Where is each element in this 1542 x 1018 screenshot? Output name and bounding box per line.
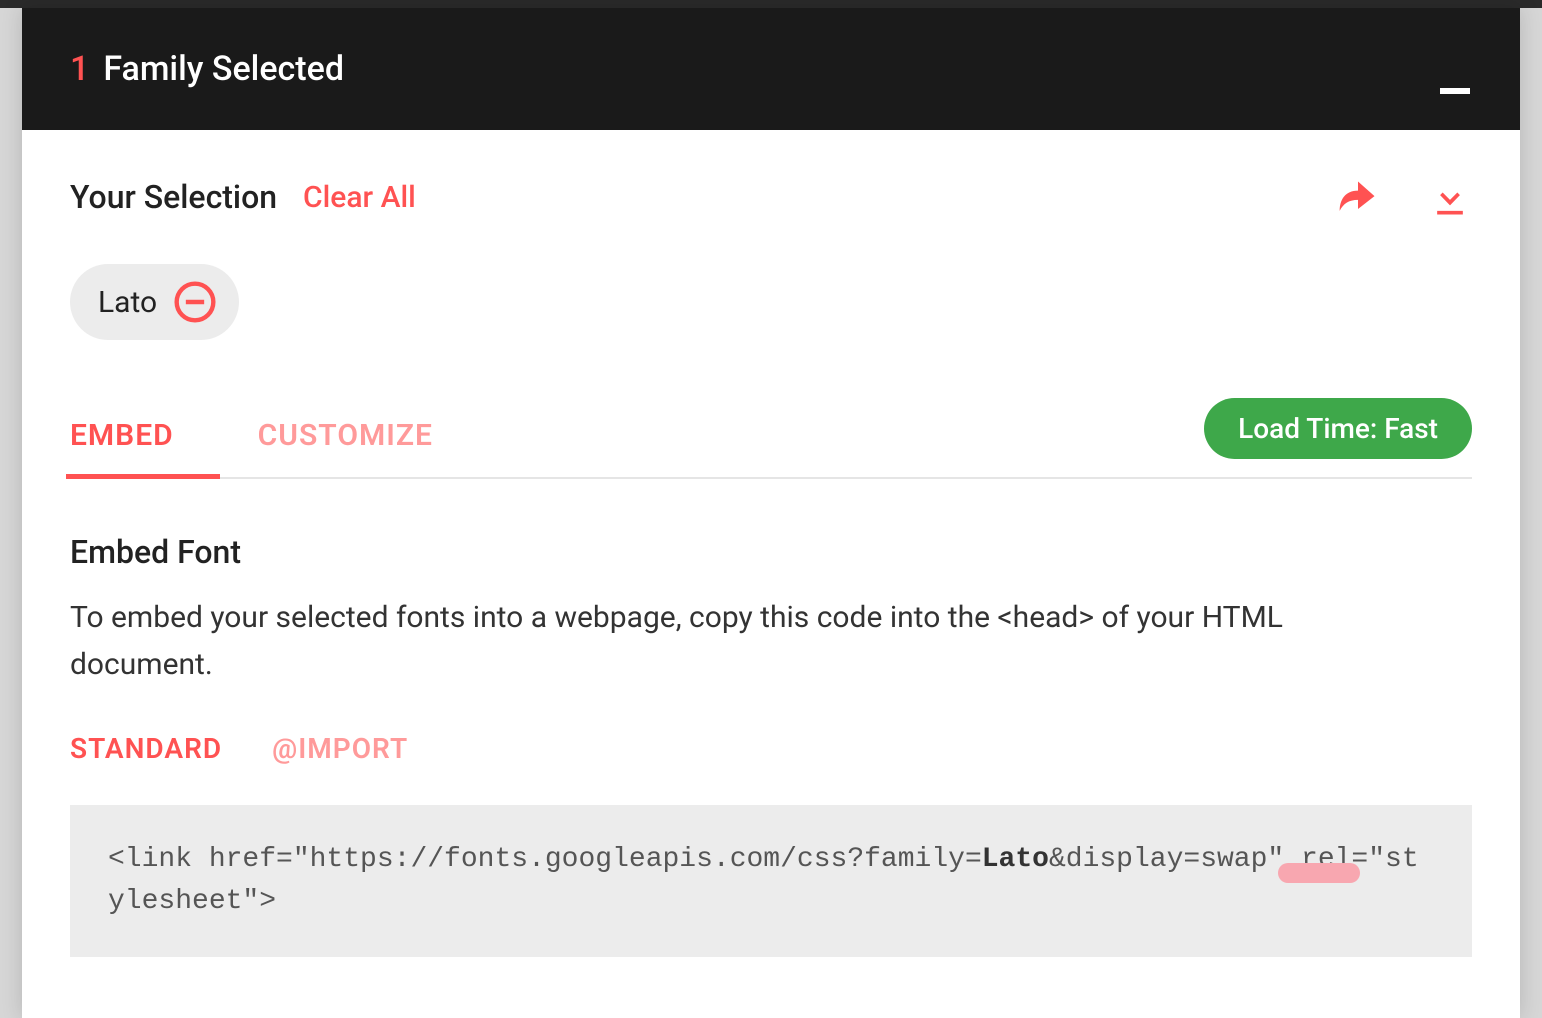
code-prefix: <link href="https://fonts.googleapis.com…: [108, 844, 982, 875]
tab-embed[interactable]: EMBED: [70, 398, 174, 477]
load-time-badge: Load Time: Fast: [1204, 398, 1472, 459]
selection-row: Your Selection Clear All: [70, 178, 1472, 216]
embed-font-description: To embed your selected fonts into a webp…: [70, 595, 1350, 688]
embed-code-block[interactable]: <link href="https://fonts.googleapis.com…: [70, 805, 1472, 957]
font-selection-drawer: 1 Family Selected Your Selection Clear A…: [22, 8, 1520, 1018]
selected-count: 1: [70, 49, 89, 89]
subtab-import[interactable]: @IMPORT: [272, 732, 408, 765]
drawer-body: Your Selection Clear All Lato: [22, 130, 1520, 1018]
your-selection-label: Your Selection: [70, 178, 277, 216]
minimize-icon[interactable]: [1440, 88, 1470, 94]
font-chip: Lato: [70, 264, 239, 340]
remove-icon[interactable]: [173, 280, 217, 324]
drawer-title: 1 Family Selected: [70, 49, 344, 89]
selection-actions: [1336, 176, 1472, 220]
download-icon[interactable]: [1428, 176, 1472, 220]
tabs-row: EMBED CUSTOMIZE Load Time: Fast: [70, 398, 1472, 479]
embed-font-heading: Embed Font: [70, 533, 1472, 571]
selected-chips: Lato: [70, 264, 1472, 340]
clear-all-button[interactable]: Clear All: [303, 180, 416, 215]
tab-customize[interactable]: CUSTOMIZE: [258, 398, 433, 477]
highlight-annotation: [1278, 863, 1360, 883]
font-chip-label: Lato: [98, 285, 157, 320]
embed-subtabs: STANDARD @IMPORT: [70, 732, 1472, 765]
subtab-standard[interactable]: STANDARD: [70, 732, 222, 765]
drawer-title-text: Family Selected: [103, 49, 344, 89]
window-top-strip: [0, 0, 1542, 8]
drawer-header: 1 Family Selected: [22, 8, 1520, 130]
code-family: Lato: [982, 844, 1049, 875]
share-icon[interactable]: [1336, 176, 1380, 220]
